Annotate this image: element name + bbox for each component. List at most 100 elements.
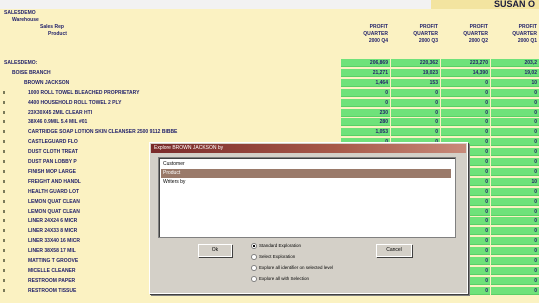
- value-cell[interactable]: 0: [491, 108, 539, 117]
- row-label[interactable]: 4400 HOUSEHOLD ROLL TOWEL 2 PLY: [28, 99, 121, 107]
- row-label[interactable]: DUST PAN LOBBY P: [28, 158, 77, 166]
- value-cell[interactable]: 0: [491, 187, 539, 196]
- value-cell[interactable]: 21,271: [341, 68, 390, 77]
- row-label[interactable]: LEMON QUAT CLEAN: [28, 198, 80, 206]
- table-row[interactable]: 4400 HOUSEHOLD ROLL TOWEL 2 PLY 0 0 0 0: [0, 98, 539, 107]
- row-label[interactable]: MICELLE CLEANER: [28, 267, 76, 275]
- value-cell[interactable]: 203,2: [491, 59, 539, 67]
- row-label[interactable]: HEALTH GUARD LOT: [28, 188, 79, 196]
- row-label[interactable]: 23X30X45 2MIL CLEAR HTI: [28, 109, 92, 117]
- radio-unchecked-icon[interactable]: [251, 275, 257, 282]
- value-cell[interactable]: 0: [491, 88, 539, 97]
- row-label[interactable]: LINER 38X58 17 MIL: [28, 247, 76, 255]
- row-label[interactable]: LINER 33X40 16 MICR: [28, 237, 80, 245]
- option-explore-identifier[interactable]: Explore all identifier on selected level: [251, 264, 333, 272]
- table-row[interactable]: 1000 ROLL TOWEL BLEACHED PROPRIETARY 0 0 0 0: [0, 88, 539, 97]
- table-row[interactable]: CARTRIDGE SOAP LOTION SKIN CLEANSER 2500…: [0, 128, 539, 137]
- value-cell[interactable]: 10: [491, 78, 539, 87]
- value-cell[interactable]: 206,869: [341, 59, 390, 67]
- row-label[interactable]: FINISH MOP LARGE: [28, 168, 76, 176]
- value-cell[interactable]: 0: [491, 98, 539, 107]
- row-label[interactable]: MATTING T GROOVE: [28, 257, 78, 265]
- table-row[interactable]: 38X46 0.9MIL 5.4 MIL #01 280 0 0 0: [0, 118, 539, 127]
- value-cell[interactable]: 19,023: [391, 68, 440, 77]
- radio-unchecked-icon[interactable]: [251, 253, 257, 260]
- row-label[interactable]: RESTROOM PAPER: [28, 277, 75, 285]
- column-header: 2000 Q1: [517, 38, 537, 44]
- row-label[interactable]: BOISE BRANCH: [12, 69, 51, 77]
- value-cell[interactable]: 280: [341, 118, 390, 127]
- value-cell[interactable]: 0: [491, 118, 539, 127]
- row-bullet-icon: [3, 219, 5, 223]
- value-cell[interactable]: 0: [391, 118, 440, 127]
- value-cell[interactable]: 0: [391, 108, 440, 117]
- row-label[interactable]: FREIGHT AND HANDL: [28, 178, 81, 186]
- value-cell[interactable]: 0: [491, 148, 539, 157]
- list-item-customer[interactable]: Customer: [161, 160, 451, 169]
- value-cell[interactable]: 220,362: [391, 59, 440, 67]
- option-standard-exploration[interactable]: Standard Exploration: [251, 242, 301, 250]
- value-cell[interactable]: 0: [491, 266, 539, 275]
- dialog-title[interactable]: Explore BROWN JACKSON by: [151, 144, 466, 153]
- option-explore-selection[interactable]: Explore all with Selection: [251, 275, 309, 283]
- row-label[interactable]: CARTRIDGE SOAP LOTION SKIN CLEANSER 2500…: [28, 128, 177, 136]
- value-cell[interactable]: 0: [441, 98, 490, 107]
- value-cell[interactable]: 0: [441, 108, 490, 117]
- value-cell[interactable]: 0: [491, 237, 539, 246]
- ok-button[interactable]: Ok: [198, 244, 232, 257]
- radio-checked-icon[interactable]: [251, 242, 257, 249]
- row-label[interactable]: LINER 24X24 6 MICR: [28, 217, 77, 225]
- value-cell[interactable]: 0: [441, 128, 490, 137]
- value-cell[interactable]: 0: [491, 138, 539, 147]
- value-cell[interactable]: 0: [491, 158, 539, 166]
- row-label[interactable]: 1000 ROLL TOWEL BLEACHED PROPRIETARY: [28, 89, 139, 97]
- value-cell[interactable]: 0: [391, 128, 440, 137]
- value-cell[interactable]: 0: [491, 167, 539, 176]
- table-row[interactable]: 23X30X45 2MIL CLEAR HTI 230 0 0 0: [0, 108, 539, 117]
- value-cell[interactable]: 0: [391, 98, 440, 107]
- value-cell[interactable]: 0: [491, 247, 539, 256]
- value-cell[interactable]: 0: [491, 227, 539, 236]
- value-cell[interactable]: 1,053: [341, 128, 390, 137]
- row-bullet-icon: [3, 229, 5, 233]
- value-cell[interactable]: 0: [491, 128, 539, 137]
- value-cell[interactable]: 0: [491, 207, 539, 216]
- row-bullet-icon: [3, 140, 5, 144]
- value-cell[interactable]: 0: [491, 257, 539, 265]
- row-label[interactable]: BROWN JACKSON: [24, 79, 69, 87]
- value-cell[interactable]: 0: [441, 78, 490, 87]
- value-cell[interactable]: 0: [491, 276, 539, 285]
- list-item-product[interactable]: Product: [161, 169, 451, 178]
- option-select-exploration[interactable]: Select Exploration: [251, 253, 295, 261]
- value-cell[interactable]: 153: [391, 78, 440, 87]
- value-cell[interactable]: 1,464: [341, 78, 390, 87]
- explore-by-listbox[interactable]: Customer Product Writers by: [158, 157, 456, 238]
- row-label[interactable]: DUST CLOTH TREAT: [28, 148, 78, 156]
- row-label[interactable]: SALESDEMO:: [4, 59, 37, 67]
- header-row: 2000 Q4 2000 Q3 2000 Q2 2000 Q1: [0, 37, 539, 45]
- value-cell[interactable]: 0: [491, 217, 539, 226]
- table-row[interactable]: SALESDEMO: 206,869 220,362 223,270 203,2: [0, 59, 539, 67]
- table-row[interactable]: BROWN JACKSON 1,464 153 0 10: [0, 78, 539, 87]
- value-cell[interactable]: 0: [441, 88, 490, 97]
- radio-unchecked-icon[interactable]: [251, 264, 257, 271]
- row-label[interactable]: LINER 24X33 8 MICR: [28, 227, 77, 235]
- row-label[interactable]: 38X46 0.9MIL 5.4 MIL #01: [28, 118, 87, 126]
- row-label[interactable]: RESTROOM TISSUE: [28, 287, 76, 295]
- cancel-button[interactable]: Cancel: [376, 244, 412, 257]
- value-cell[interactable]: 14,390: [441, 68, 490, 77]
- value-cell[interactable]: 0: [441, 118, 490, 127]
- list-item-writers[interactable]: Writers by: [161, 178, 451, 187]
- value-cell[interactable]: 0: [341, 98, 390, 107]
- value-cell[interactable]: 223,270: [441, 59, 490, 67]
- value-cell[interactable]: 0: [341, 88, 390, 97]
- value-cell[interactable]: 0: [391, 88, 440, 97]
- row-label[interactable]: CASTLEGUARD FLO: [28, 138, 78, 146]
- value-cell[interactable]: 19,02: [491, 68, 539, 77]
- value-cell[interactable]: 230: [341, 108, 390, 117]
- row-label[interactable]: LEMON QUAT CLEAN: [28, 208, 80, 216]
- value-cell[interactable]: 0: [491, 197, 539, 206]
- value-cell[interactable]: 10: [491, 177, 539, 186]
- table-row[interactable]: BOISE BRANCH 21,271 19,023 14,390 19,02: [0, 68, 539, 77]
- value-cell[interactable]: 0: [491, 286, 539, 295]
